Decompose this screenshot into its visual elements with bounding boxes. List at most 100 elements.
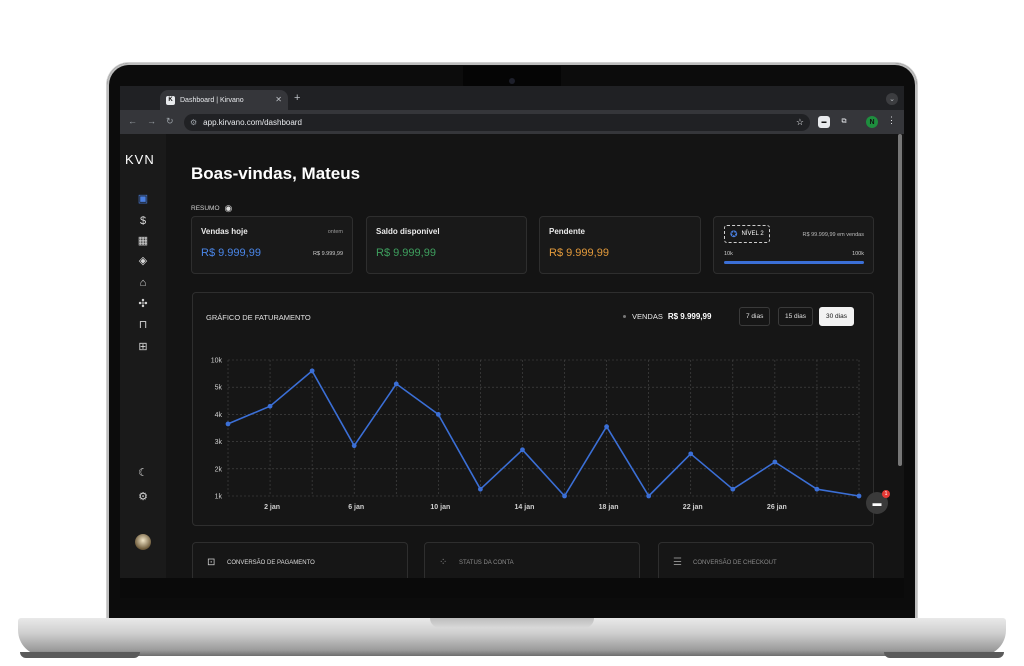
card-title: CONVERSÃO DE CHECKOUT xyxy=(693,560,777,566)
y-tick-label: 4k xyxy=(215,412,223,419)
cart-icon: ⊡ xyxy=(207,557,216,568)
x-tick-label: 22 jan xyxy=(683,504,703,511)
data-point xyxy=(772,459,778,465)
medal-icon: ✪ xyxy=(730,228,738,239)
card-nivel: ✪ NÍVEL 2 R$ 99.999,99 em vendas 10k 100… xyxy=(713,216,874,274)
screen: K Dashboard | Kirvano ✕ + ⌄ ← → ↻ ⚙ app.… xyxy=(120,86,904,578)
card-title: Pendente xyxy=(549,227,586,236)
level-max: 100k xyxy=(852,251,864,257)
summary-toggle[interactable]: RESUMO ◉ xyxy=(191,203,232,214)
box-icon[interactable]: ◈ xyxy=(136,254,150,268)
card-conversao-checkout: ☰ CONVERSÃO DE CHECKOUT xyxy=(658,542,874,578)
card-conversao-pagamento: ⊡ CONVERSÃO DE PAGAMENTO xyxy=(192,542,408,578)
level-label: NÍVEL 2 xyxy=(741,231,764,237)
card-title: STATUS DA CONTA xyxy=(459,560,514,566)
data-point xyxy=(267,403,273,409)
scrollbar[interactable] xyxy=(898,134,902,466)
bezel-bottom xyxy=(120,578,904,598)
app: KVN ▣ $ ▦ ◈ ⌂ ✣ ⊓ ⊞ ☾ ⚙ Boas-vindas, Mat… xyxy=(120,134,904,578)
camera-icon xyxy=(509,78,515,84)
browser-tab[interactable]: K Dashboard | Kirvano ✕ xyxy=(160,90,288,110)
avatar[interactable] xyxy=(135,534,151,550)
sidebar: KVN ▣ $ ▦ ◈ ⌂ ✣ ⊓ ⊞ ☾ ⚙ xyxy=(120,134,166,578)
card-saldo-disponivel: Saldo disponível R$ 9.999,99 xyxy=(366,216,527,274)
bag-icon[interactable]: ⊓ xyxy=(136,318,150,332)
browser-tabbar: K Dashboard | Kirvano ✕ + ⌄ xyxy=(120,86,904,110)
site-info-icon[interactable]: ⚙ xyxy=(190,118,197,127)
card-title: Saldo disponível xyxy=(376,227,440,236)
reload-icon[interactable]: ↻ xyxy=(166,116,174,127)
extensions-puzzle-icon[interactable]: ⧉ xyxy=(838,116,850,128)
x-tick-label: 10 jan xyxy=(430,504,450,511)
card-pendente: Pendente R$ 9.999,99 xyxy=(539,216,701,274)
address-bar[interactable]: ⚙ app.kirvano.com/dashboard ☆ xyxy=(184,114,810,131)
data-point xyxy=(309,368,315,374)
level-progress-fill xyxy=(724,261,864,264)
data-point xyxy=(646,493,652,499)
laptop-mockup: K Dashboard | Kirvano ✕ + ⌄ ← → ↻ ⚙ app.… xyxy=(0,0,1024,666)
laptop-foot xyxy=(20,652,140,658)
card-status-conta: ⁘ STATUS DA CONTA xyxy=(424,542,640,578)
data-point xyxy=(225,421,231,427)
data-point xyxy=(604,424,609,430)
data-point xyxy=(393,381,399,387)
extension-icon[interactable]: ▬ xyxy=(818,116,830,128)
revenue-chart-card: GRÁFICO DE FATURAMENTO VENDAS R$ 9.999,9… xyxy=(192,292,874,526)
close-tab-icon[interactable]: ✕ xyxy=(275,95,282,104)
url-text: app.kirvano.com/dashboard xyxy=(203,118,302,127)
new-tab-icon[interactable]: + xyxy=(294,92,300,104)
chat-badge: 1 xyxy=(882,490,890,498)
loading-icon: ⁘ xyxy=(439,557,448,568)
puzzle-icon[interactable]: ✣ xyxy=(136,297,150,311)
tab-title: Dashboard | Kirvano xyxy=(180,96,244,104)
series-line xyxy=(227,370,860,497)
data-point xyxy=(351,443,357,449)
card-title: Vendas hoje xyxy=(201,227,248,236)
card-value: R$ 9.999,99 xyxy=(376,247,436,259)
logo[interactable]: KVN xyxy=(125,152,155,167)
forward-icon[interactable]: → xyxy=(147,116,156,126)
page-title: Boas-vindas, Mateus xyxy=(191,164,361,183)
data-point xyxy=(688,451,694,457)
dollar-icon[interactable]: $ xyxy=(136,214,150,228)
y-tick-label: 1k xyxy=(215,494,223,501)
profile-avatar[interactable]: N xyxy=(866,116,878,128)
trackpad-notch xyxy=(430,618,594,628)
dashboard-icon[interactable]: ▣ xyxy=(136,192,150,206)
calendar-icon[interactable]: ▦ xyxy=(136,234,150,248)
x-tick-label: 26 jan xyxy=(767,504,787,511)
kirvano-favicon-icon: K xyxy=(166,95,175,105)
data-point xyxy=(814,486,820,492)
data-point xyxy=(520,447,525,453)
browser-toolbar: ← → ↻ ⚙ app.kirvano.com/dashboard ☆ ▬ ⧉ … xyxy=(120,110,904,134)
summary-label: RESUMO xyxy=(191,205,220,212)
tab-search-icon[interactable]: ⌄ xyxy=(886,93,898,105)
level-badge[interactable]: ✪ NÍVEL 2 xyxy=(724,225,770,243)
chat-icon: ▬ xyxy=(872,498,882,508)
y-tick-label: 2k xyxy=(215,466,223,473)
data-point xyxy=(562,493,567,499)
eye-icon[interactable]: ◉ xyxy=(225,203,233,214)
gear-icon[interactable]: ⚙ xyxy=(136,490,150,504)
x-tick-label: 14 jan xyxy=(515,504,535,511)
level-progress-bar xyxy=(724,261,864,264)
bookmark-star-icon[interactable]: ☆ xyxy=(796,117,804,128)
data-point xyxy=(478,486,483,492)
y-tick-label: 5k xyxy=(215,385,223,392)
card-vendas-hoje: Vendas hoje ontem R$ 9.999,99 R$ 9.999,9… xyxy=(191,216,353,274)
x-tick-label: 2 jan xyxy=(264,504,280,511)
bank-icon[interactable]: ⌂ xyxy=(136,276,150,290)
level-min: 10k xyxy=(724,251,733,257)
moon-icon[interactable]: ☾ xyxy=(136,466,150,480)
x-tick-label: 6 jan xyxy=(348,504,364,511)
card-title: CONVERSÃO DE PAGAMENTO xyxy=(227,560,315,566)
x-tick-label: 18 jan xyxy=(599,504,619,511)
browser-menu-icon[interactable]: ⋮ xyxy=(887,115,896,126)
gift-icon[interactable]: ⊞ xyxy=(136,340,150,354)
y-tick-label: 10k xyxy=(211,358,223,365)
card-value: R$ 9.999,99 xyxy=(201,247,261,259)
receipt-icon: ☰ xyxy=(673,557,682,568)
back-icon[interactable]: ← xyxy=(128,116,137,126)
data-point xyxy=(730,486,736,492)
y-tick-label: 3k xyxy=(215,439,223,446)
